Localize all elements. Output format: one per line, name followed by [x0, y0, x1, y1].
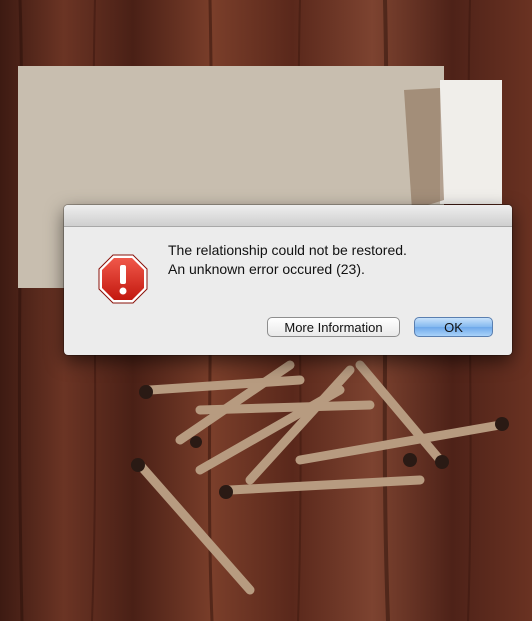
dialog-title-bar[interactable] [64, 205, 512, 227]
ok-button[interactable]: OK [414, 317, 493, 337]
error-alert-dialog: The relationship could not be restored. … [64, 205, 512, 355]
stop-exclamation-icon [97, 253, 149, 305]
more-information-button[interactable]: More Information [267, 317, 400, 337]
alert-message-line-1: The relationship could not be restored. [168, 242, 407, 258]
alert-message: The relationship could not be restored. … [168, 241, 498, 279]
alert-message-line-2: An unknown error occured (23). [168, 261, 365, 277]
